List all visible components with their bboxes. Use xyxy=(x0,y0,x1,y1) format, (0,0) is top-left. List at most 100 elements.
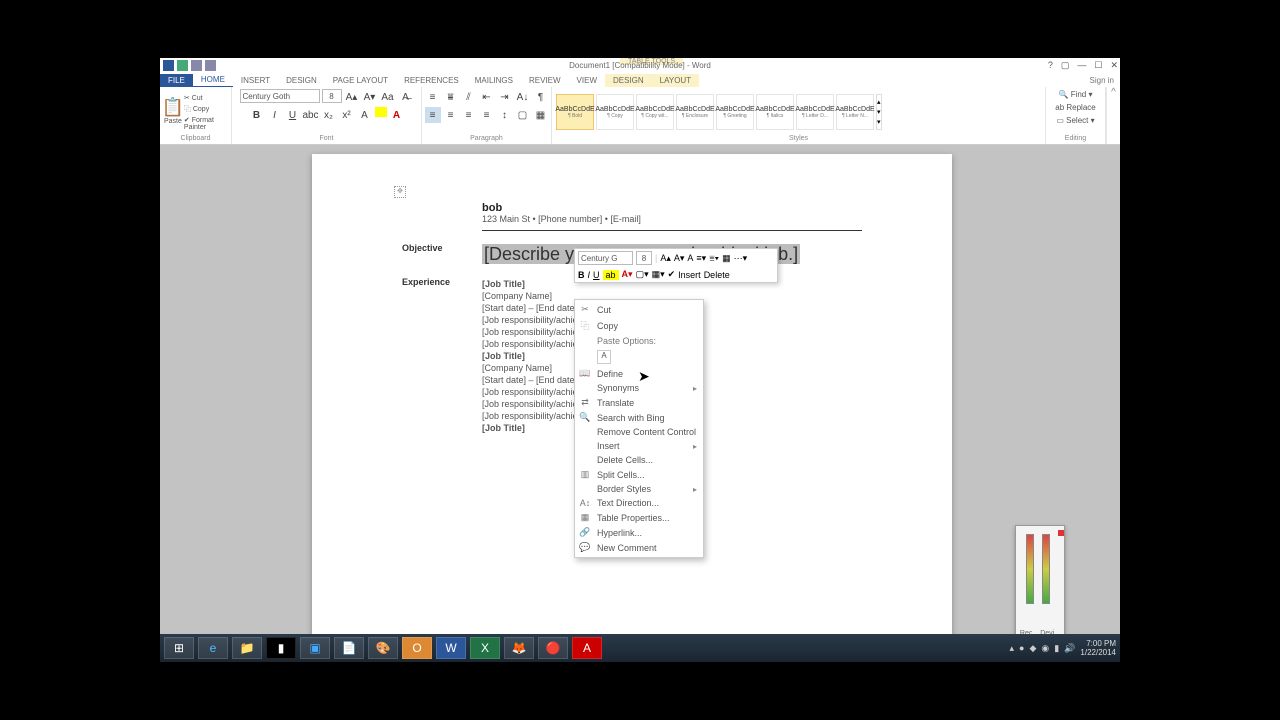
help-icon[interactable]: ? xyxy=(1048,60,1053,71)
style-copy[interactable]: AaBbCcDdE¶ Copy xyxy=(596,94,634,130)
style-italics[interactable]: AaBbCcDdE¶ Italics xyxy=(756,94,794,130)
underline-icon[interactable]: U xyxy=(285,107,301,123)
styles-scroll-up-icon[interactable]: ▴ xyxy=(877,98,881,106)
style-letter-d[interactable]: AaBbCcDdE¶ Letter D... xyxy=(796,94,834,130)
mini-highlight-icon[interactable]: ab xyxy=(603,270,619,280)
bold-icon[interactable]: B xyxy=(249,107,265,123)
styles-scroll-down-icon[interactable]: ▾ xyxy=(877,108,881,116)
ctx-delete-cells[interactable]: Delete Cells... xyxy=(575,453,703,467)
mini-shading-icon[interactable]: ▢▾ xyxy=(636,269,649,280)
taskbar-ie[interactable]: e xyxy=(198,637,228,659)
start-button[interactable]: ⊞ xyxy=(164,637,194,659)
maximize-icon[interactable]: ☐ xyxy=(1094,60,1102,71)
save-icon[interactable] xyxy=(177,60,188,71)
tray-up-icon[interactable]: ▴ xyxy=(1009,643,1014,654)
mini-numbering-icon[interactable]: ⩸▾ xyxy=(709,253,719,264)
taskbar-word[interactable]: W xyxy=(436,637,466,659)
mini-delete-label[interactable]: Delete xyxy=(704,270,730,280)
tab-view[interactable]: VIEW xyxy=(569,74,605,87)
tray-icon-1[interactable]: ● xyxy=(1019,643,1024,653)
subscript-icon[interactable]: x₂ xyxy=(321,107,337,123)
mini-bold-icon[interactable]: B xyxy=(578,270,585,280)
taskbar-notepad[interactable]: 📄 xyxy=(334,637,364,659)
taskbar-excel[interactable]: X xyxy=(470,637,500,659)
strike-icon[interactable]: abc xyxy=(303,107,319,123)
borders-icon[interactable]: ▦ xyxy=(533,107,549,123)
align-center-icon[interactable]: ≡ xyxy=(443,107,459,123)
change-case-icon[interactable]: Aa xyxy=(380,89,396,105)
resume-name[interactable]: bob xyxy=(482,202,862,214)
shading-icon[interactable]: ▢ xyxy=(515,107,531,123)
line-spacing-icon[interactable]: ↕ xyxy=(497,107,513,123)
styles-more-icon[interactable]: ▾ xyxy=(877,118,881,126)
style-greeting[interactable]: AaBbCcDdE¶ Greeting xyxy=(716,94,754,130)
align-right-icon[interactable]: ≡ xyxy=(461,107,477,123)
volume-osd[interactable]: RecDevi... xyxy=(1015,525,1065,640)
tab-design[interactable]: DESIGN xyxy=(278,74,325,87)
mini-more-icon[interactable]: ⋯▾ xyxy=(734,253,748,264)
redo-icon[interactable] xyxy=(205,60,216,71)
tray-icon-3[interactable]: ◉ xyxy=(1041,643,1049,654)
tab-page-layout[interactable]: PAGE LAYOUT xyxy=(325,74,396,87)
styles-gallery[interactable]: AaBbCcDdE¶ Bold AaBbCcDdE¶ Copy AaBbCcDd… xyxy=(556,89,1041,135)
minimize-icon[interactable]: — xyxy=(1077,60,1086,71)
mini-font-color-icon[interactable]: A▾ xyxy=(622,269,633,280)
font-color-icon[interactable]: A xyxy=(389,107,405,123)
document-area[interactable]: ✥ bob 123 Main St • [Phone number] • [E-… xyxy=(160,146,1120,652)
collapse-ribbon-icon[interactable]: ^ xyxy=(1106,87,1120,144)
taskbar-app1[interactable]: ▣ xyxy=(300,637,330,659)
tab-insert[interactable]: INSERT xyxy=(233,74,278,87)
taskbar-firefox[interactable]: 🦊 xyxy=(504,637,534,659)
bullets-icon[interactable]: ≡ xyxy=(425,89,441,105)
ctx-translate[interactable]: ⇄Translate xyxy=(575,395,703,410)
tab-table-layout[interactable]: LAYOUT xyxy=(652,74,699,87)
tab-review[interactable]: REVIEW xyxy=(521,74,569,87)
ctx-bing[interactable]: 🔍Search with Bing xyxy=(575,410,703,425)
grow-font-icon[interactable]: A▴ xyxy=(344,89,360,105)
mini-toolbar[interactable]: | A▴ A▾ A ≡▾ ⩸▾ ▦ ⋯▾ B I U ab A▾ ▢▾ ▦▾ ✔… xyxy=(574,248,778,283)
ctx-copy[interactable]: ⿻Copy xyxy=(575,317,703,334)
ctx-border-styles[interactable]: Border Styles xyxy=(575,482,703,496)
sort-icon[interactable]: A↓ xyxy=(515,89,531,105)
system-tray[interactable]: ▴ ● ◆ ◉ ▮ 🔊 7:00 PM1/22/2014 xyxy=(1009,639,1116,657)
table-anchor-icon[interactable]: ✥ xyxy=(394,186,406,198)
taskbar-explorer[interactable]: 📁 xyxy=(232,637,262,659)
style-letter-n[interactable]: AaBbCcDdE¶ Letter N... xyxy=(836,94,874,130)
style-bold[interactable]: AaBbCcDdE¶ Bold xyxy=(556,94,594,130)
italic-icon[interactable]: I xyxy=(267,107,283,123)
mini-bullets-icon[interactable]: ≡▾ xyxy=(696,253,706,264)
indent-dec-icon[interactable]: ⇤ xyxy=(479,89,495,105)
tab-file[interactable]: FILE xyxy=(160,74,193,87)
replace-button[interactable]: ab Replace xyxy=(1055,102,1095,113)
ctx-table-properties[interactable]: ▦Table Properties... xyxy=(575,510,703,525)
taskbar-acrobat[interactable]: A xyxy=(572,637,602,659)
select-button[interactable]: ▭ Select ▾ xyxy=(1056,115,1094,126)
mini-font-name[interactable] xyxy=(578,251,633,265)
ctx-split-cells[interactable]: ▥Split Cells... xyxy=(575,467,703,482)
mini-italic-icon[interactable]: I xyxy=(588,270,591,280)
ctx-insert[interactable]: Insert xyxy=(575,439,703,453)
ctx-paste-option-keep-text[interactable]: A xyxy=(575,348,703,366)
undo-icon[interactable] xyxy=(191,60,202,71)
paste-icon[interactable]: 📋 xyxy=(165,100,181,116)
osd-close-icon[interactable] xyxy=(1058,530,1064,536)
cut-button[interactable]: ✂ Cut xyxy=(184,94,227,102)
font-name-combo[interactable] xyxy=(240,89,320,103)
mini-underline-icon[interactable]: U xyxy=(593,270,600,280)
mini-table-icon[interactable]: ▦ xyxy=(722,253,731,264)
superscript-icon[interactable]: x² xyxy=(339,107,355,123)
format-painter-button[interactable]: ✔ Format Painter xyxy=(184,116,227,131)
tray-icon-2[interactable]: ◆ xyxy=(1029,643,1036,654)
ctx-remove-content-control[interactable]: Remove Content Control xyxy=(575,425,703,439)
mini-borders-icon[interactable]: ▦▾ xyxy=(652,269,665,280)
ctx-text-direction[interactable]: A↕Text Direction... xyxy=(575,496,703,510)
mini-shrink-font-icon[interactable]: A▾ xyxy=(674,253,685,264)
justify-icon[interactable]: ≡ xyxy=(479,107,495,123)
tab-mailings[interactable]: MAILINGS xyxy=(467,74,521,87)
close-icon[interactable]: ✕ xyxy=(1110,60,1118,71)
taskbar-cmd[interactable]: ▮ xyxy=(266,637,296,659)
mini-grow-font-icon[interactable]: A▴ xyxy=(660,253,671,264)
multilevel-icon[interactable]: ⫽ xyxy=(461,89,477,105)
ctx-cut[interactable]: ✂Cut xyxy=(575,302,703,317)
text-effects-icon[interactable]: A xyxy=(357,107,373,123)
